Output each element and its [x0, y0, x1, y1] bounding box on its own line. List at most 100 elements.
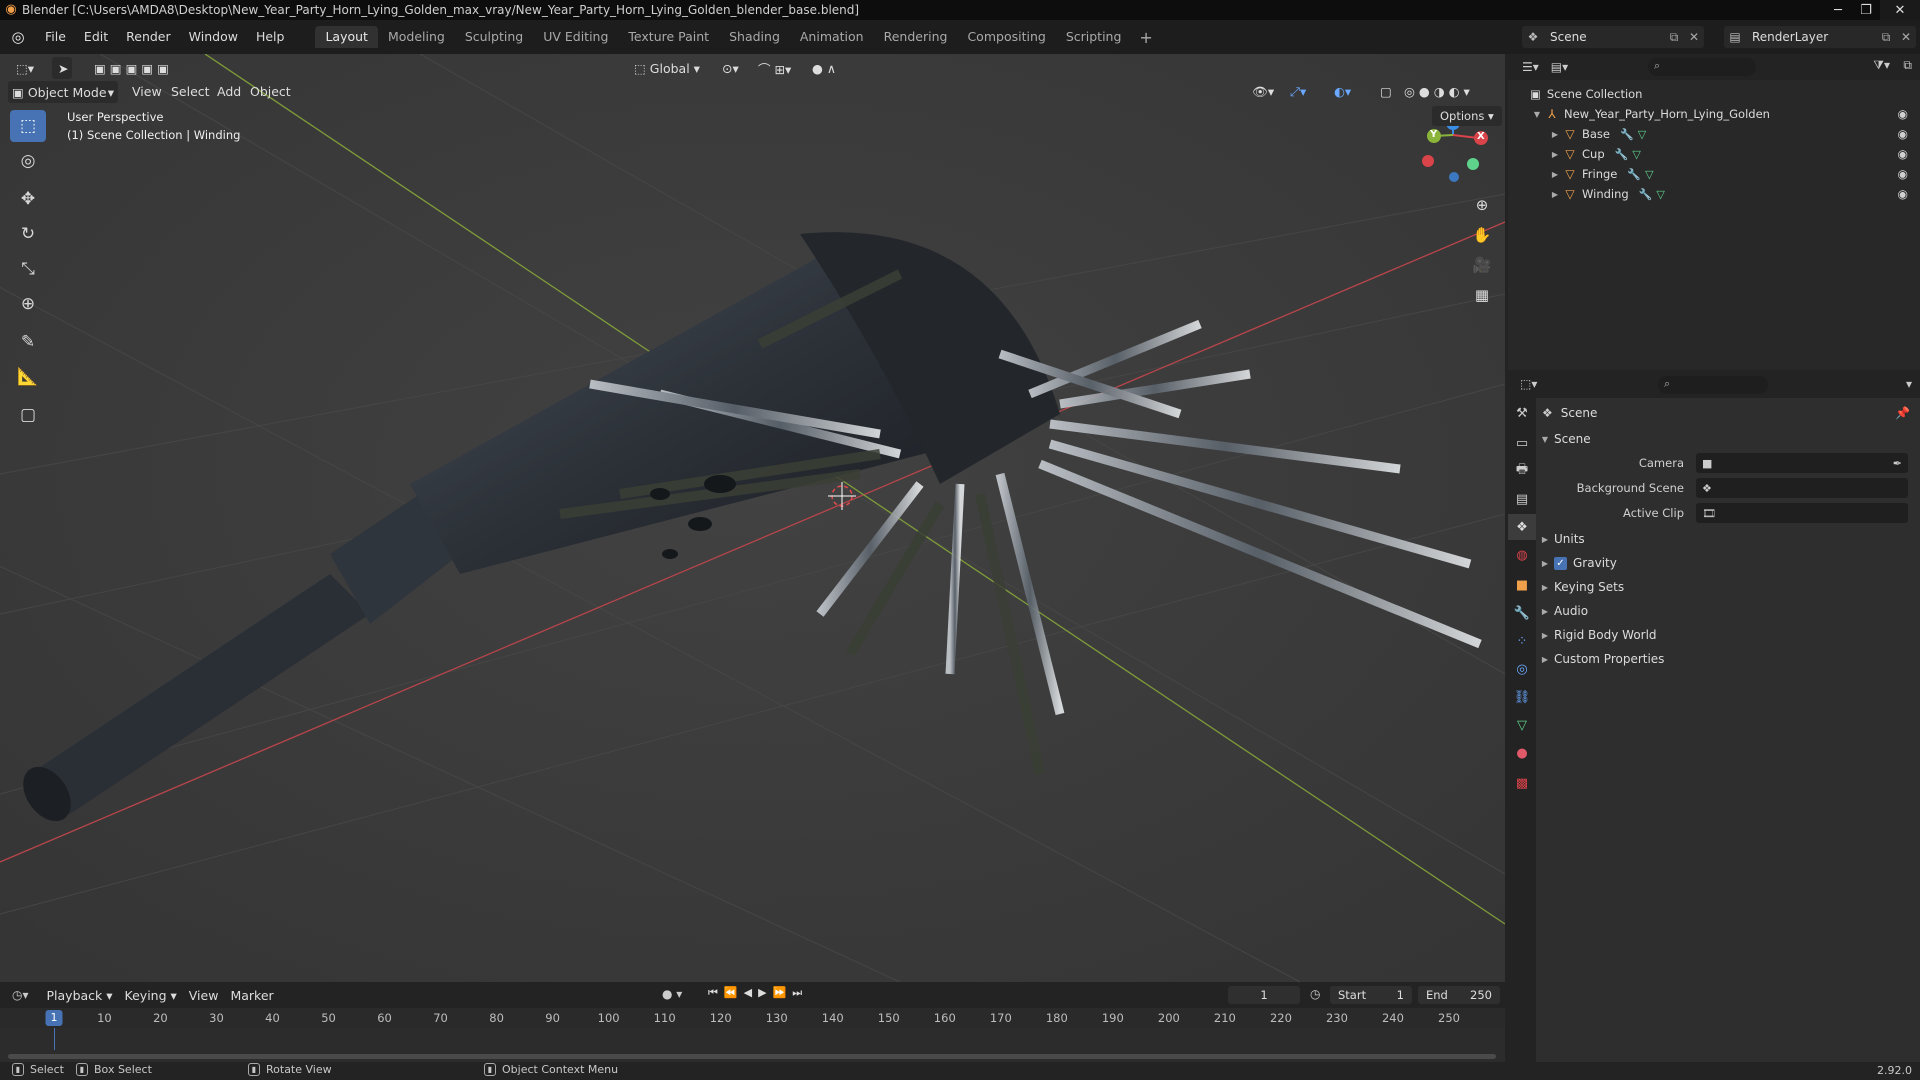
- scene-tab-icon[interactable]: ❖: [1508, 514, 1536, 540]
- camera-view-icon[interactable]: 🎥: [1469, 252, 1495, 278]
- expand-arrow-icon[interactable]: ▶: [1548, 150, 1562, 159]
- gravity-panel-header[interactable]: ▶ ✓ Gravity: [1536, 552, 1920, 574]
- constraints-tab-icon[interactable]: ⛓: [1508, 684, 1536, 710]
- scene-panel-header[interactable]: ▼ Scene: [1536, 428, 1920, 450]
- tab-layout[interactable]: Layout: [315, 26, 378, 48]
- display-mode-icon[interactable]: ▤▾: [1551, 60, 1568, 74]
- keying-sets-panel-header[interactable]: ▶ Keying Sets: [1536, 576, 1920, 598]
- jump-end-icon[interactable]: ⏭: [792, 986, 802, 1000]
- keying-menu[interactable]: Keying ▾: [119, 984, 183, 1006]
- transform-tool-icon[interactable]: ⊕: [10, 288, 46, 320]
- pan-hand-icon[interactable]: ✋: [1469, 222, 1495, 248]
- tab-modeling[interactable]: Modeling: [378, 26, 455, 48]
- zoom-icon[interactable]: ⊕: [1469, 192, 1495, 218]
- move-tool-icon[interactable]: ✥: [10, 183, 46, 215]
- visibility-icon[interactable]: 👁▾: [1252, 81, 1274, 103]
- menu-edit[interactable]: Edit: [75, 20, 117, 54]
- shading-mode-icons[interactable]: ◎ ● ◑ ◐ ▾: [1404, 81, 1470, 103]
- eyedropper-icon[interactable]: ✒: [1893, 457, 1902, 470]
- visibility-eye-icon[interactable]: ◉: [1898, 147, 1908, 161]
- object-tab-icon[interactable]: ■: [1508, 572, 1536, 598]
- output-tab-icon[interactable]: 🖶: [1508, 458, 1536, 484]
- playhead-frame-badge[interactable]: 1: [45, 1010, 63, 1026]
- menu-render[interactable]: Render: [117, 20, 180, 54]
- jump-start-icon[interactable]: ⏮: [708, 986, 718, 1000]
- expand-arrow-icon[interactable]: ▶: [1548, 170, 1562, 179]
- tab-compositing[interactable]: Compositing: [957, 26, 1055, 48]
- playback-menu[interactable]: Playback ▾: [41, 984, 119, 1006]
- timeline-view-menu[interactable]: View: [183, 984, 225, 1006]
- preview-range-icon[interactable]: ◷: [1310, 987, 1320, 1001]
- outliner-object-row[interactable]: ▶ ▽ Fringe 🔧 ▽ ◉: [1508, 164, 1920, 184]
- viewport-menu-add[interactable]: Add: [217, 81, 241, 103]
- texture-tab-icon[interactable]: ▩: [1508, 770, 1536, 796]
- snap-icon[interactable]: ⌒ ⊞▾: [752, 57, 797, 79]
- custom-properties-panel-header[interactable]: ▶ Custom Properties: [1536, 648, 1920, 670]
- maximize-button[interactable]: ❐: [1852, 0, 1880, 20]
- proportional-editing-icon[interactable]: ● ∧: [806, 57, 842, 79]
- overlay-toggle-icon[interactable]: ◐▾: [1334, 81, 1351, 103]
- tab-sculpting[interactable]: Sculpting: [455, 26, 533, 48]
- modifier-tab-icon[interactable]: 🔧: [1508, 600, 1536, 626]
- view-layer-selector[interactable]: ▤ RenderLayer ⧉ ✕: [1724, 26, 1916, 48]
- particles-tab-icon[interactable]: ⁘: [1508, 628, 1536, 654]
- remove-scene-icon[interactable]: ✕: [1684, 30, 1704, 44]
- measure-tool-icon[interactable]: 📐: [10, 361, 46, 393]
- expand-arrow-icon[interactable]: ▶: [1548, 190, 1562, 199]
- outliner-scene-collection[interactable]: ▣ Scene Collection: [1508, 84, 1920, 104]
- add-workspace-icon[interactable]: +: [1131, 28, 1160, 47]
- new-scene-icon[interactable]: ⧉: [1664, 30, 1684, 45]
- visibility-eye-icon[interactable]: ◉: [1898, 187, 1908, 201]
- jump-keyframe-back-icon[interactable]: ⏪: [724, 986, 738, 1000]
- end-frame-field[interactable]: End 250: [1418, 986, 1500, 1004]
- visibility-eye-icon[interactable]: ◉: [1898, 107, 1908, 121]
- properties-search-input[interactable]: ⌕: [1658, 376, 1768, 394]
- active-clip-field[interactable]: 🎞: [1696, 503, 1908, 523]
- menu-file[interactable]: File: [36, 20, 75, 54]
- marker-menu[interactable]: Marker: [224, 984, 279, 1006]
- scene-selector[interactable]: ❖ Scene ⧉ ✕: [1522, 26, 1704, 48]
- chevron-down-icon[interactable]: ▾: [1906, 377, 1912, 391]
- gizmo-toggle-icon[interactable]: ⤢▾: [1290, 81, 1306, 103]
- xray-toggle-icon[interactable]: ▢: [1380, 81, 1392, 103]
- gravity-checkbox[interactable]: ✓: [1554, 556, 1567, 570]
- annotate-tool-icon[interactable]: ✎: [10, 326, 46, 358]
- outliner-collection-row[interactable]: ▼ ⅄ New_Year_Party_Horn_Lying_Golden ◉: [1508, 104, 1920, 124]
- tab-rendering[interactable]: Rendering: [874, 26, 958, 48]
- render-tab-icon[interactable]: ▭: [1508, 430, 1536, 456]
- current-frame-field[interactable]: 1: [1228, 986, 1300, 1004]
- background-scene-field[interactable]: ❖: [1696, 478, 1908, 498]
- scale-tool-icon[interactable]: ⤡: [10, 253, 46, 285]
- timeline-ruler[interactable]: 1 10 20 30 40 50 60 70 80 90 100 110 120 130 140 150 16…: [0, 1008, 1505, 1028]
- tab-shading[interactable]: Shading: [719, 26, 790, 48]
- remove-view-layer-icon[interactable]: ✕: [1896, 30, 1916, 44]
- object-mode-select[interactable]: ▣ Object Mode ▾: [8, 81, 118, 103]
- outliner-editor-icon[interactable]: ☰▾: [1522, 60, 1539, 74]
- filter-icon[interactable]: ⧩▾: [1873, 58, 1890, 73]
- minimize-button[interactable]: ─: [1824, 0, 1852, 20]
- new-view-layer-icon[interactable]: ⧉: [1876, 30, 1896, 45]
- pin-icon[interactable]: 📌: [1895, 406, 1910, 420]
- auto-keying-icon[interactable]: ● ▾: [662, 987, 682, 1001]
- editor-type-icon[interactable]: ⬚▾: [10, 57, 40, 79]
- outliner-search-input[interactable]: ⌕: [1648, 58, 1756, 76]
- viewport-menu-select[interactable]: Select: [171, 81, 210, 103]
- select-tool-icon[interactable]: ➤: [52, 57, 72, 79]
- expand-arrow-icon[interactable]: ▼: [1530, 110, 1544, 119]
- visibility-eye-icon[interactable]: ◉: [1898, 167, 1908, 181]
- transform-orientation-select[interactable]: ⬚ Global ▾: [628, 57, 706, 79]
- add-cube-tool-icon[interactable]: ▢: [10, 399, 46, 431]
- close-button[interactable]: ✕: [1880, 0, 1920, 20]
- rotate-tool-icon[interactable]: ↻: [10, 218, 46, 250]
- new-collection-icon[interactable]: ⧉: [1903, 58, 1912, 73]
- timeline-editor-icon[interactable]: ◷▾: [12, 988, 29, 1002]
- tab-animation[interactable]: Animation: [790, 26, 874, 48]
- tab-texture-paint[interactable]: Texture Paint: [618, 26, 719, 48]
- 3d-viewport[interactable]: Z Y X: [0, 54, 1505, 982]
- play-icon[interactable]: ▶: [758, 986, 766, 1000]
- outliner-object-row[interactable]: ▶ ▽ Base 🔧 ▽ ◉: [1508, 124, 1920, 144]
- units-panel-header[interactable]: ▶ Units: [1536, 528, 1920, 550]
- visibility-eye-icon[interactable]: ◉: [1898, 127, 1908, 141]
- jump-keyframe-forward-icon[interactable]: ⏩: [773, 986, 787, 1000]
- audio-panel-header[interactable]: ▶ Audio: [1536, 600, 1920, 622]
